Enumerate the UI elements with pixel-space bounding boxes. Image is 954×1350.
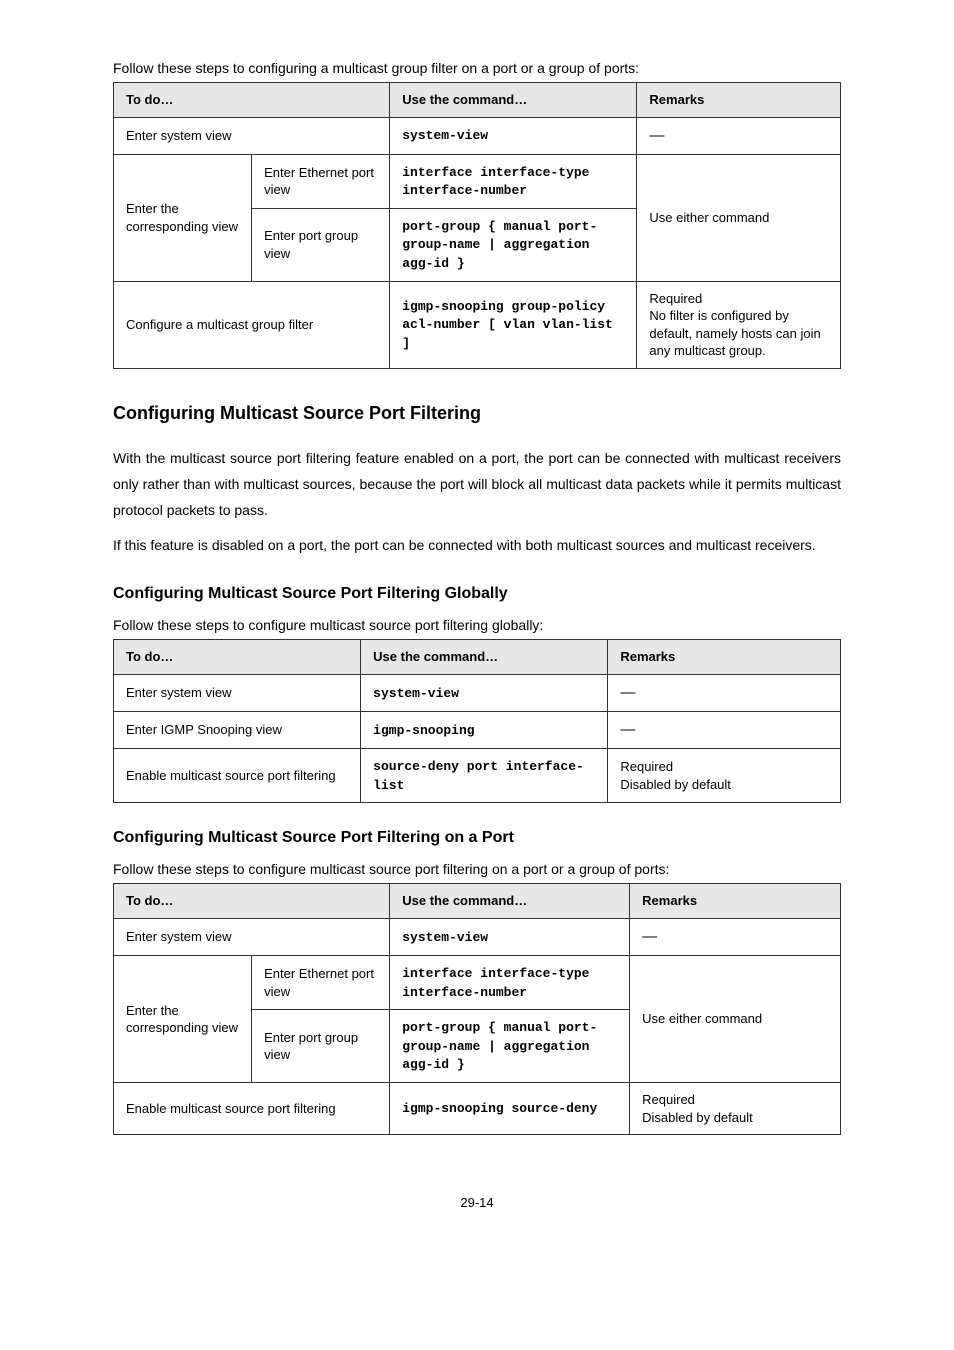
section-paragraph-1: With the multicast source port filtering… <box>113 446 841 524</box>
table-row: Enter the corresponding view Enter Ether… <box>114 154 841 208</box>
cell-command: system-view <box>361 674 608 711</box>
table-row: Enter system view system-view — <box>114 674 841 711</box>
table3-intro: Follow these steps to configure multicas… <box>113 861 841 877</box>
th-todo: To do… <box>114 640 361 675</box>
remarks-required: Required <box>642 1091 830 1109</box>
table-row: Enter system view system-view — <box>114 918 841 955</box>
page-root: Follow these steps to configuring a mult… <box>0 0 954 1270</box>
cmd-text: system-view <box>373 686 459 701</box>
table-source-port-filter-global: To do… Use the command… Remarks Enter sy… <box>113 639 841 803</box>
cell-remarks: — <box>608 712 841 749</box>
cell-command: igmp-snooping group-policy acl-number [ … <box>390 281 637 368</box>
cell-remarks: — <box>608 674 841 711</box>
cell-configure-filter: Configure a multicast group filter <box>114 281 390 368</box>
table-row: Enter system view system-view — <box>114 117 841 154</box>
th-todo: To do… <box>114 884 390 919</box>
cell-command: igmp-snooping source-deny <box>390 1082 630 1134</box>
cell-remarks: Required Disabled by default <box>630 1082 841 1134</box>
table-row: Enable multicast source port filtering s… <box>114 749 841 803</box>
page-number: 29-14 <box>113 1195 841 1210</box>
cell-enable-filtering: Enable multicast source port filtering <box>114 1082 390 1134</box>
th-command: Use the command… <box>361 640 608 675</box>
cell-enter-port-group-view: Enter port group view <box>252 208 390 281</box>
cell-command: igmp-snooping <box>361 712 608 749</box>
cell-command: system-view <box>390 117 637 154</box>
cell-command: system-view <box>390 918 630 955</box>
table-source-port-filter-port: To do… Use the command… Remarks Enter sy… <box>113 883 841 1135</box>
dash-text: — <box>620 684 635 701</box>
table-row: Enter the corresponding view Enter Ether… <box>114 956 841 1010</box>
cell-enter-igmp-view: Enter IGMP Snooping view <box>114 712 361 749</box>
remarks-required: Required <box>620 758 830 776</box>
cell-enter-port-group-view: Enter port group view <box>252 1010 390 1083</box>
cell-enter-eth-port-view: Enter Ethernet port view <box>252 154 390 208</box>
cell-enable-filtering: Enable multicast source port filtering <box>114 749 361 803</box>
table-row: Enter IGMP Snooping view igmp-snooping — <box>114 712 841 749</box>
cell-command: port-group { manual port-group-name | ag… <box>390 1010 630 1083</box>
cell-enter-eth-port-view: Enter Ethernet port view <box>252 956 390 1010</box>
table-row: Configure a multicast group filter igmp-… <box>114 281 841 368</box>
cmd-text: port-group { manual port-group-name | ag… <box>402 219 597 271</box>
cell-enter-system-view: Enter system view <box>114 918 390 955</box>
cell-enter-system-view: Enter system view <box>114 674 361 711</box>
cell-enter-corresponding-view: Enter the corresponding view <box>114 956 252 1083</box>
cmd-text: igmp-snooping group-policy acl-number [ … <box>402 299 613 351</box>
cell-enter-system-view: Enter system view <box>114 117 390 154</box>
remarks-detail: Disabled by default <box>642 1109 830 1127</box>
cmd-text: port-group { manual port-group-name | ag… <box>402 1020 597 1072</box>
cell-remarks: Use either command <box>630 956 841 1083</box>
th-todo: To do… <box>114 83 390 118</box>
dash-text: — <box>642 928 657 945</box>
table2-intro: Follow these steps to configure multicas… <box>113 617 841 633</box>
th-remarks: Remarks <box>630 884 841 919</box>
cell-remarks: Required No filter is configured by defa… <box>637 281 841 368</box>
cmd-text: interface interface-type interface-numbe… <box>402 165 589 199</box>
th-remarks: Remarks <box>637 83 841 118</box>
cell-command: source-deny port interface-list <box>361 749 608 803</box>
cmd-text: source-deny port interface-list <box>373 759 584 793</box>
th-command: Use the command… <box>390 83 637 118</box>
table-header-row: To do… Use the command… Remarks <box>114 884 841 919</box>
cell-remarks: — <box>630 918 841 955</box>
cell-remarks: Use either command <box>637 154 841 281</box>
cmd-text: system-view <box>402 128 488 143</box>
cell-command: interface interface-type interface-numbe… <box>390 956 630 1010</box>
subsection-global-title: Configuring Multicast Source Port Filter… <box>113 585 841 603</box>
cmd-text: igmp-snooping <box>373 723 474 738</box>
subsection-port-title: Configuring Multicast Source Port Filter… <box>113 829 841 847</box>
cell-enter-corresponding-view: Enter the corresponding view <box>114 154 252 281</box>
remarks-required: Required <box>649 290 830 308</box>
remarks-detail: No filter is configured by default, name… <box>649 307 830 360</box>
cell-command: port-group { manual port-group-name | ag… <box>390 208 637 281</box>
section-title: Configuring Multicast Source Port Filter… <box>113 403 841 424</box>
cmd-text: igmp-snooping source-deny <box>402 1101 597 1116</box>
table-header-row: To do… Use the command… Remarks <box>114 83 841 118</box>
th-remarks: Remarks <box>608 640 841 675</box>
table1-intro: Follow these steps to configuring a mult… <box>113 60 841 76</box>
dash-text: — <box>649 127 664 144</box>
cell-remarks: — <box>637 117 841 154</box>
cell-command: interface interface-type interface-numbe… <box>390 154 637 208</box>
section-paragraph-2: If this feature is disabled on a port, t… <box>113 533 841 559</box>
cmd-text: interface interface-type interface-numbe… <box>402 966 589 1000</box>
cell-remarks: Required Disabled by default <box>608 749 841 803</box>
table-group-filter: To do… Use the command… Remarks Enter sy… <box>113 82 841 369</box>
cmd-text: system-view <box>402 930 488 945</box>
table-row: Enable multicast source port filtering i… <box>114 1082 841 1134</box>
table-header-row: To do… Use the command… Remarks <box>114 640 841 675</box>
th-command: Use the command… <box>390 884 630 919</box>
remarks-detail: Disabled by default <box>620 776 830 794</box>
dash-text: — <box>620 721 635 738</box>
